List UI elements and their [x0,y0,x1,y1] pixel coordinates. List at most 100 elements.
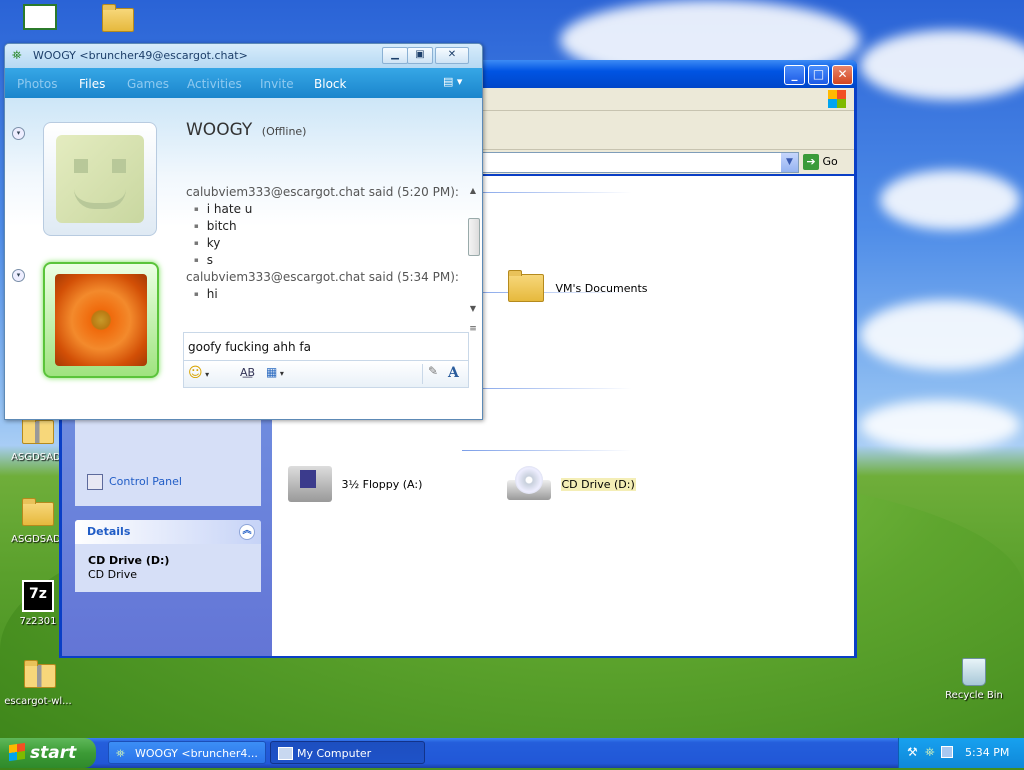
message-sender: calubviem333@escargot.chat said (5:20 PM… [186,185,459,199]
desktop-icon-label: Recycle Bin [945,690,1003,701]
certificate-icon [23,4,57,30]
message-line: bitch [186,219,466,233]
control-panel-label: Control Panel [109,475,182,488]
desktop-icon-escargot[interactable]: escargot-wl... [2,660,74,707]
desktop-icon-recycle-bin[interactable]: Recycle Bin [938,658,1010,701]
nav-block[interactable]: Block [314,77,346,91]
zip-folder-icon [24,660,56,692]
start-label: start [30,743,77,763]
collapse-user-picture-icon[interactable]: ▾ [12,269,25,282]
windows-flag-icon [9,742,25,762]
windows-logo-icon [828,90,846,108]
go-button[interactable]: ➔ Go [803,153,838,171]
scroll-thumb[interactable] [468,218,480,256]
nav-invite[interactable]: Invite [260,77,294,91]
contact-avatar [43,122,157,236]
message-sender: calubviem333@escargot.chat said (5:34 PM… [186,270,459,284]
go-arrow-icon: ➔ [803,154,819,170]
folder-icon [22,498,54,530]
contact-header: WOOGY (Offline) [186,120,306,140]
clock: 5:34 PM [965,746,1010,759]
scroll-up-arrow-icon[interactable]: ▲ [467,186,479,198]
floppy-drive-item[interactable]: 3½ Floppy (A:) [288,466,422,502]
floppy-drive-icon [288,466,332,502]
tray-tool-icon[interactable]: ⚒ [907,745,918,759]
recycle-bin-icon [962,658,986,686]
nav-options-icon[interactable]: ▤ ▾ [443,75,462,88]
start-button[interactable]: start [0,738,96,768]
cd-drive-icon [507,466,551,502]
zip-folder-icon [22,416,54,448]
control-panel-icon [87,474,103,490]
message-line: ky [186,236,466,250]
messenger-minimize-button[interactable]: ▁ [382,47,408,64]
my-computer-icon [278,747,293,760]
taskbar-task-messenger[interactable]: ⛯ WOOGY <bruncher4... [108,741,266,764]
message-input-text: goofy fucking ahh fa [188,340,311,354]
tray-network-icon[interactable] [941,746,953,758]
messenger-close-button[interactable]: ✕ [435,47,469,64]
taskbar-task-label: WOOGY <bruncher4... [135,747,258,760]
formatting-toolbar: ☺ ▾ A͟B ▦ ▾ ✎ A [183,360,469,388]
smiley-picture-icon [56,135,144,223]
section-divider [462,192,632,193]
messenger-body: ▾ WOOGY (Offline) calubviem333@escargot.… [5,98,482,419]
messenger-buddy-icon: ⛯ [12,48,22,62]
details-name: CD Drive (D:) [88,554,170,567]
taskbar: start ⛯ WOOGY <bruncher4... My Computer … [0,738,1024,768]
control-panel-link[interactable]: Control Panel [87,474,182,490]
taskbar-task-label: My Computer [297,747,372,760]
messenger-window: ⛯ WOOGY <bruncher49@escargot.chat> ▁ ▣ ✕… [4,43,483,420]
floppy-drive-label: 3½ Floppy (A:) [341,477,423,491]
message-line: s [186,253,466,267]
address-dropdown-button[interactable]: ▼ [781,153,798,172]
vms-documents-label: VM's Documents [555,281,648,295]
spellcheck-icon[interactable]: A͟B [240,366,255,379]
conversation-scrollbar[interactable]: ▲ ▼ ≡ [467,186,480,342]
folder-icon [102,4,134,36]
nav-photos[interactable]: Photos [17,77,57,91]
message-line: i hate u [186,202,466,216]
nav-games[interactable]: Games [127,77,169,91]
details-box: Details ︽ CD Drive (D:) CD Drive [75,520,261,592]
message-group: calubviem333@escargot.chat said (5:20 PM… [186,185,466,267]
7zip-icon: 7z [22,580,54,612]
conversation-history: calubviem333@escargot.chat said (5:20 PM… [186,185,466,350]
other-places-box: Control Panel [75,412,261,506]
collapse-chevron-icon[interactable]: ︽ [239,524,255,540]
contact-status: (Offline) [261,125,307,138]
messenger-title: WOOGY <bruncher49@escargot.chat> [33,49,248,62]
handwriting-icon[interactable]: ✎ [422,364,443,384]
taskbar-task-my-computer[interactable]: My Computer [270,741,425,764]
details-type: CD Drive [88,568,137,581]
contact-name: WOOGY [186,120,253,140]
messenger-buddy-icon: ⛯ [116,747,125,760]
details-header[interactable]: Details ︽ [75,520,261,544]
maximize-button[interactable]: □ [808,65,829,85]
system-tray: ⚒ ⛯ 5:34 PM [898,738,1024,768]
desktop-icon-top-left[interactable] [4,4,76,34]
details-title: Details [87,525,131,538]
tray-messenger-icon[interactable]: ⛯ [925,745,935,760]
user-avatar [43,262,159,378]
collapse-contact-picture-icon[interactable]: ▾ [12,127,25,140]
vms-documents-item[interactable]: VM's Documents [508,270,648,302]
section-divider [462,450,632,451]
emoticon-button[interactable]: ☺ ▾ [188,365,209,381]
nav-files[interactable]: Files [79,77,105,91]
font-button[interactable]: A [448,365,459,381]
message-line: hi [186,287,466,301]
messenger-title-bar[interactable]: ⛯ WOOGY <bruncher49@escargot.chat> ▁ ▣ ✕ [5,44,482,68]
nav-activities[interactable]: Activities [187,77,242,91]
flower-picture-icon [55,274,147,366]
messenger-maximize-button[interactable]: ▣ [407,47,433,64]
cd-drive-item[interactable]: CD Drive (D:) [507,466,636,502]
minimize-button[interactable]: _ [784,65,805,85]
send-picture-button[interactable]: ▦ ▾ [266,365,284,379]
close-button[interactable]: ✕ [832,65,853,85]
message-input[interactable]: goofy fucking ahh fa [183,332,469,361]
desktop-icon-folder-top[interactable] [80,4,152,40]
folder-icon [508,270,544,302]
scroll-down-arrow-icon[interactable]: ▼ [467,304,479,313]
go-label: Go [822,155,838,168]
